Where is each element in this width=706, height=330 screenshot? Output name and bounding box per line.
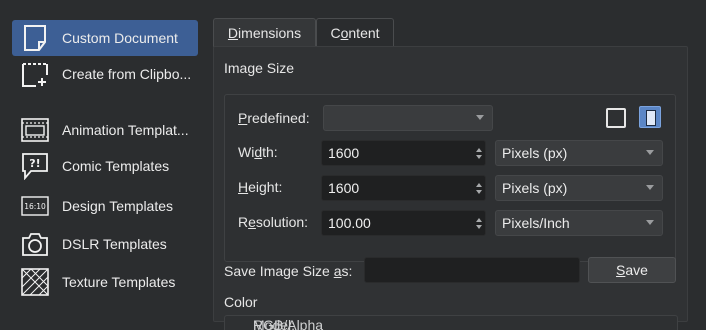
document-settings: Dimensions Co ntent Image Size Predefined… xyxy=(213,14,699,330)
aspect-ratio-icon: 16:10 xyxy=(20,191,50,221)
resolution-unit-select[interactable]: Pixels/Inch xyxy=(495,210,663,236)
portrait-icon[interactable] xyxy=(639,106,661,128)
width-input[interactable]: 1600 xyxy=(321,140,486,166)
save-image-size-label: Save Image Size as: xyxy=(224,263,353,279)
sidebar-item-label: Comic Templates xyxy=(62,158,170,174)
save-image-size-input[interactable] xyxy=(364,257,580,283)
clipboard-page-icon xyxy=(20,59,50,89)
sidebar-item-label: Design Templates xyxy=(62,198,174,214)
resolution-stepper[interactable] xyxy=(473,211,485,235)
height-input[interactable]: 1600 xyxy=(321,175,486,201)
height-stepper[interactable] xyxy=(473,176,485,200)
dimensions-panel: Image Size Predefined: Width: 1600 Pixel… xyxy=(213,46,688,330)
height-label: Height: xyxy=(238,179,283,195)
speech-bubble-icon: ?! xyxy=(20,151,50,181)
tab-content[interactable]: Co ntent xyxy=(316,18,394,47)
landscape-icon[interactable] xyxy=(606,108,626,128)
width-unit-select[interactable]: Pixels (px) xyxy=(495,140,663,166)
film-frame-icon xyxy=(20,115,50,145)
predefined-label: Predefined: xyxy=(238,110,310,126)
chevron-down-icon xyxy=(646,185,654,190)
sidebar-item-label: DSLR Templates xyxy=(62,236,167,252)
camera-icon xyxy=(20,229,50,259)
color-group: Model: RGB/Alpha xyxy=(224,315,678,330)
chevron-down-icon xyxy=(646,150,654,155)
resolution-input[interactable]: 100.00 xyxy=(321,210,486,236)
template-sidebar: Custom Document Create from Clipbo... An… xyxy=(12,16,208,322)
sidebar-item-create-from-clipboard[interactable]: Create from Clipbo... xyxy=(12,56,198,92)
chevron-down-icon xyxy=(476,115,484,120)
tab-dimensions[interactable]: Dimensions xyxy=(213,18,316,47)
sidebar-item-texture-templates[interactable]: Texture Templates xyxy=(12,264,198,300)
sidebar-item-dslr-templates[interactable]: DSLR Templates xyxy=(12,226,198,262)
sidebar-item-custom-document[interactable]: Custom Document xyxy=(12,20,198,56)
sidebar-item-comic-templates[interactable]: ?! Comic Templates xyxy=(12,148,198,184)
blank-page-icon xyxy=(20,23,50,53)
texture-pattern-icon xyxy=(20,267,50,297)
tab-content-mnemonic: o xyxy=(340,25,349,41)
save-button[interactable]: Save xyxy=(588,257,676,283)
chevron-down-icon xyxy=(646,220,654,225)
sidebar-item-label: Texture Templates xyxy=(62,274,176,290)
image-size-title: Image Size xyxy=(224,60,295,76)
sidebar-item-label: Create from Clipbo... xyxy=(62,66,192,82)
sidebar-item-design-templates[interactable]: 16:10 Design Templates xyxy=(12,188,198,224)
color-title: Color xyxy=(224,294,258,310)
design-badge: 16:10 xyxy=(24,202,46,211)
width-label: Width: xyxy=(238,144,278,160)
predefined-select[interactable] xyxy=(323,105,493,131)
height-unit-select[interactable]: Pixels (px) xyxy=(495,175,663,201)
sidebar-item-animation-templates[interactable]: Animation Templat... xyxy=(12,112,198,148)
tab-dimensions-mnemonic: D xyxy=(227,25,239,41)
comic-glyph: ?! xyxy=(29,157,40,170)
width-stepper[interactable] xyxy=(473,141,485,165)
sidebar-item-label: Custom Document xyxy=(62,30,178,46)
resolution-label: Resolution: xyxy=(238,214,309,230)
sidebar-item-label: Animation Templat... xyxy=(62,122,189,138)
